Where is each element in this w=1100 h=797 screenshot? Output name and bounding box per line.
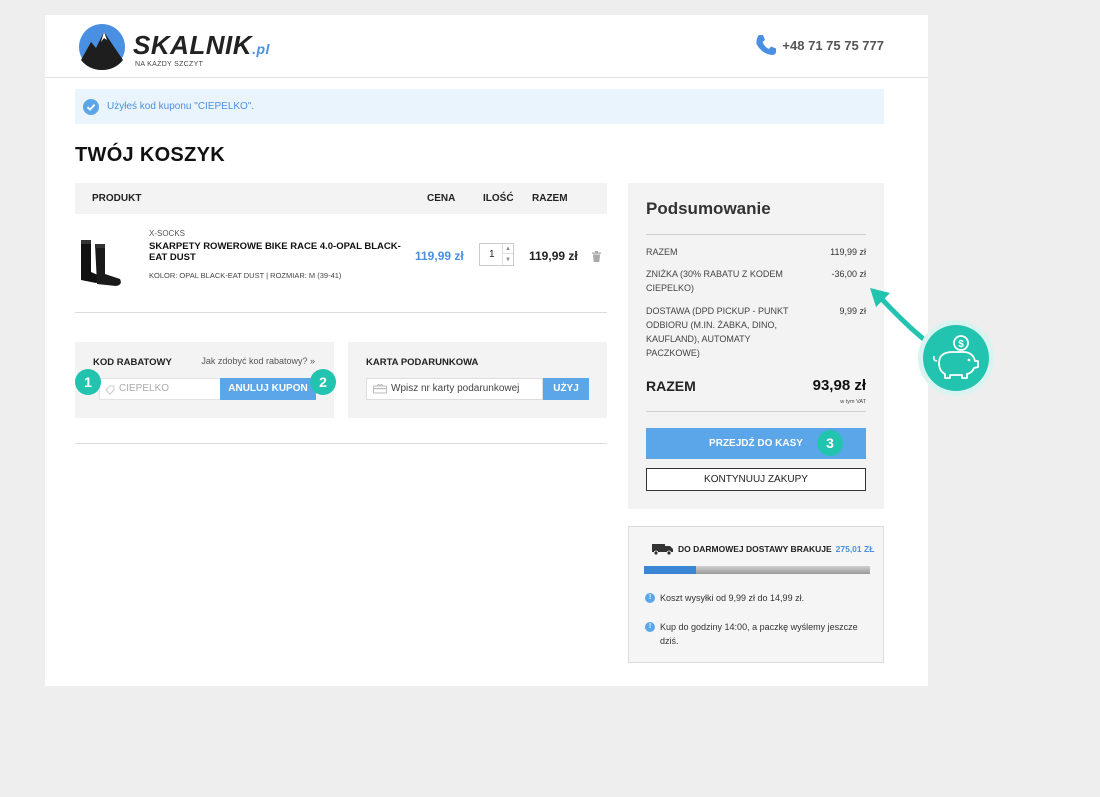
table-row: X-SOCKS SKARPETY ROWEROWE BIKE RACE 4.0-… xyxy=(75,215,607,313)
cancel-coupon-button[interactable]: ANULUJ KUPON xyxy=(220,378,316,400)
piggy-bank-icon: $ xyxy=(933,335,979,379)
col-price: CENA xyxy=(427,193,456,204)
phone-icon xyxy=(756,35,777,55)
summary-title: Podsumowanie xyxy=(646,199,771,218)
gift-card-section: KARTA PODARUNKOWA Wpisz nr karty podarun… xyxy=(348,342,607,418)
coupon-applied-alert: Użyłeś kod kuponu "CIEPELKO". xyxy=(75,89,884,124)
grand-total-value: 93,98 zł xyxy=(812,377,866,394)
apply-gift-card-button[interactable]: UŻYJ xyxy=(543,378,589,400)
coupon-section: KOD RABATOWY Jak zdobyć kod rabatowy? » … xyxy=(75,342,334,418)
divider xyxy=(646,411,866,412)
divider xyxy=(646,234,866,235)
logo-tagline: NA KAŻDY SZCZYT xyxy=(135,61,204,68)
free-shipping-box: DO DARMOWEJ DOSTAWY BRAKUJE 275,01 ZŁ ! … xyxy=(628,526,884,663)
phone-number: +48 71 75 75 777 xyxy=(782,37,884,53)
phone-contact[interactable]: +48 71 75 75 777 xyxy=(754,33,884,57)
free-shipping-heading: DO DARMOWEJ DOSTAWY BRAKUJE 275,01 ZŁ xyxy=(652,543,874,555)
step-badge-2: 2 xyxy=(310,369,336,395)
shipping-info-text: Kup do godziny 14:00, a paczkę wyślemy j… xyxy=(660,622,858,646)
gift-card-field[interactable]: Wpisz nr karty podarunkowej xyxy=(366,378,543,400)
page-card: SKALNIK.pl NA KAŻDY SZCZYT +48 71 75 75 … xyxy=(45,15,928,686)
shipping-label: DOSTAWA (DPD PICKUP - PUNKT ODBIORU (M.I… xyxy=(646,306,789,358)
alert-message: Użyłeś kod kuponu "CIEPELKO". xyxy=(107,101,255,112)
col-total: RAZEM xyxy=(532,193,568,204)
product-name[interactable]: SKARPETY ROWEROWE BIKE RACE 4.0-OPAL BLA… xyxy=(149,241,404,263)
quantity-stepper[interactable]: 1 ▲ ▼ xyxy=(479,243,514,266)
progress-fill xyxy=(644,566,696,574)
coupon-help-link[interactable]: Jak zdobyć kod rabatowy? » xyxy=(201,356,315,366)
check-circle-icon xyxy=(83,98,99,115)
col-product: PRODUKT xyxy=(92,193,142,204)
subtotal-value: 119,99 zł xyxy=(830,247,866,257)
logo[interactable]: SKALNIK.pl NA KAŻDY SZCZYT xyxy=(77,22,277,72)
cart-table-header: PRODUKT CENA ILOŚĆ RAZEM xyxy=(75,183,607,214)
product-attributes: KOLOR: OPAL BLACK-EAT DUST | ROZMIAR: M … xyxy=(149,271,342,280)
piggy-bank-badge: $ xyxy=(918,320,994,396)
info-icon: ! xyxy=(645,622,655,632)
gift-card-placeholder: Wpisz nr karty podarunkowej xyxy=(391,383,520,394)
divider xyxy=(75,443,607,444)
info-icon: ! xyxy=(645,593,655,603)
discount-value: -36,00 zł xyxy=(831,269,866,279)
piggy-bank-circle: $ xyxy=(923,325,989,391)
logo-name: SKALNIK.pl xyxy=(133,30,270,60)
shipping-info-item: ! Kup do godziny 14:00, a paczkę wyślemy… xyxy=(645,620,865,648)
product-price: 119,99 zł xyxy=(415,249,464,263)
trash-icon[interactable] xyxy=(592,251,601,262)
free-shipping-progress-bar xyxy=(644,566,870,574)
product-brand: X-SOCKS xyxy=(149,229,186,238)
free-shipping-text: DO DARMOWEJ DOSTAWY BRAKUJE xyxy=(678,544,832,554)
free-shipping-amount: 275,01 ZŁ xyxy=(835,544,875,554)
coupon-code-field[interactable]: CIEPELKO xyxy=(99,378,221,400)
chevron-down-icon[interactable]: ▼ xyxy=(502,255,513,265)
continue-shopping-button[interactable]: KONTYNUUJ ZAKUPY xyxy=(646,468,866,491)
gift-card-title: KARTA PODARUNKOWA xyxy=(366,357,479,368)
order-summary: Podsumowanie RAZEM 119,99 zł ZNIŻKA (30%… xyxy=(628,183,884,509)
coupon-code-value: CIEPELKO xyxy=(119,383,170,394)
product-total: 119,99 zł xyxy=(529,249,578,263)
mountain-logo-icon xyxy=(79,24,125,70)
gift-card-icon xyxy=(373,384,387,394)
step-badge-3: 3 xyxy=(817,430,843,456)
step-badge-1: 1 xyxy=(75,369,101,395)
pointer-arrow-icon xyxy=(870,288,929,344)
quantity-value[interactable]: 1 xyxy=(489,249,495,260)
svg-text:$: $ xyxy=(958,339,964,350)
site-header: SKALNIK.pl NA KAŻDY SZCZYT +48 71 75 75 … xyxy=(45,15,928,78)
shipping-value: 9,99 zł xyxy=(839,306,866,316)
grand-total-label: RAZEM xyxy=(646,378,696,394)
vat-note: w tym VAT xyxy=(840,399,866,405)
subtotal-label: RAZEM xyxy=(646,247,678,257)
discount-label: ZNIŻKA (30% RABATU Z KODEM CIEPELKO) xyxy=(646,269,783,293)
chevron-up-icon[interactable]: ▲ xyxy=(502,244,513,254)
shipping-info-text: Koszt wysyłki od 9,99 zł do 14,99 zł. xyxy=(660,593,805,603)
col-qty: ILOŚĆ xyxy=(483,193,514,204)
truck-icon xyxy=(652,544,673,555)
shipping-info-item: ! Koszt wysyłki od 9,99 zł do 14,99 zł. xyxy=(645,591,804,605)
socks-product-image[interactable] xyxy=(75,238,127,290)
coupon-title: KOD RABATOWY xyxy=(93,357,172,368)
tag-icon xyxy=(105,385,115,395)
page-title: TWÓJ KOSZYK xyxy=(75,144,225,166)
